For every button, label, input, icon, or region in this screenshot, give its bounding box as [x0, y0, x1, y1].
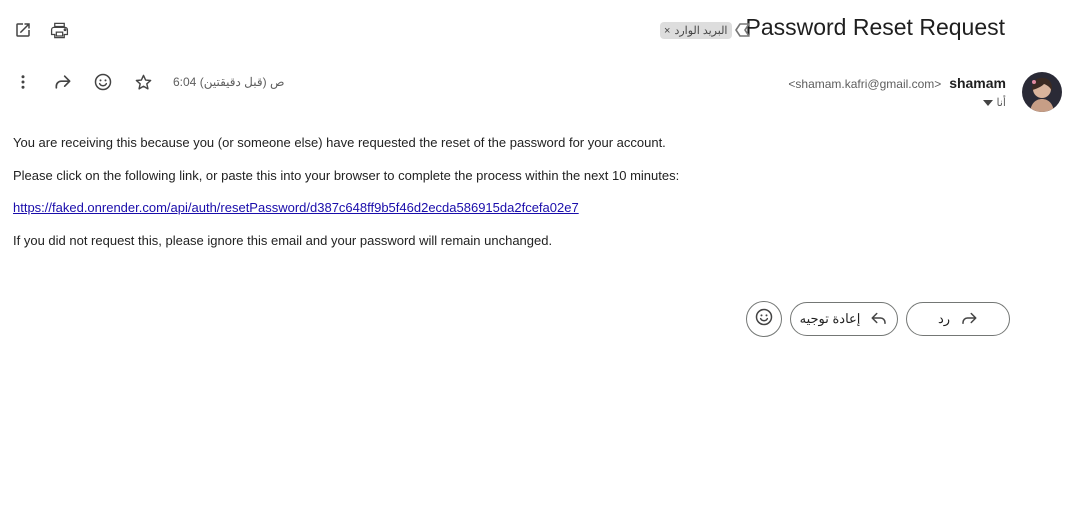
open-in-new-icon	[14, 21, 32, 39]
emoji-icon	[754, 307, 774, 332]
email-subject: Password Reset Request	[745, 14, 1005, 40]
body-paragraph-2: Please click on the following link, or p…	[13, 168, 680, 183]
reply-button[interactable]: رد	[906, 302, 1010, 336]
forward-icon-button[interactable]	[47, 66, 79, 98]
label-chip-text: البريد الوارد	[674, 25, 728, 37]
print-icon	[50, 21, 69, 40]
forward-button[interactable]: إعادة توجيه	[790, 302, 898, 336]
recipient-details-toggle[interactable]	[982, 97, 993, 109]
reply-button-label: رد	[937, 311, 951, 326]
message-time: 6:04 ص (قبل دقيقتين)	[173, 75, 285, 89]
forward-icon	[53, 72, 73, 92]
importance-marker-icon	[735, 23, 750, 37]
forward-button-label: إعادة توجيه	[799, 311, 861, 326]
recipient-name: أنا	[996, 97, 1006, 109]
recipient-line: أنا	[982, 96, 1006, 109]
sender-avatar[interactable]	[1022, 72, 1062, 112]
reset-password-link[interactable]: https://faked.onrender.com/api/auth/rese…	[13, 200, 579, 215]
print-button[interactable]	[43, 14, 75, 46]
importance-marker[interactable]	[734, 22, 751, 43]
sender-email: <shamam.kafri@gmail.com>	[788, 77, 942, 91]
reply-arrow-icon	[960, 311, 978, 328]
more-options-button[interactable]	[7, 66, 39, 98]
body-paragraph-1: You are receiving this because you (or s…	[13, 135, 666, 150]
body-paragraph-3: If you did not request this, please igno…	[13, 233, 553, 248]
caret-down-icon	[982, 99, 993, 106]
forward-arrow-icon	[870, 311, 888, 328]
sender-line: <shamam.kafri@gmail.com> shamam	[788, 75, 1006, 91]
star-button[interactable]	[127, 66, 159, 98]
inbox-label-chip: × البريد الوارد	[660, 22, 733, 39]
emoji-icon	[93, 72, 113, 92]
more-vert-icon	[14, 73, 32, 91]
star-icon	[134, 73, 153, 92]
add-reaction-pill[interactable]	[746, 301, 782, 337]
add-reaction-button[interactable]	[87, 66, 119, 98]
open-in-new-window-button[interactable]	[7, 14, 39, 46]
remove-label-icon[interactable]: ×	[664, 25, 670, 37]
sender-name[interactable]: shamam	[949, 75, 1006, 91]
